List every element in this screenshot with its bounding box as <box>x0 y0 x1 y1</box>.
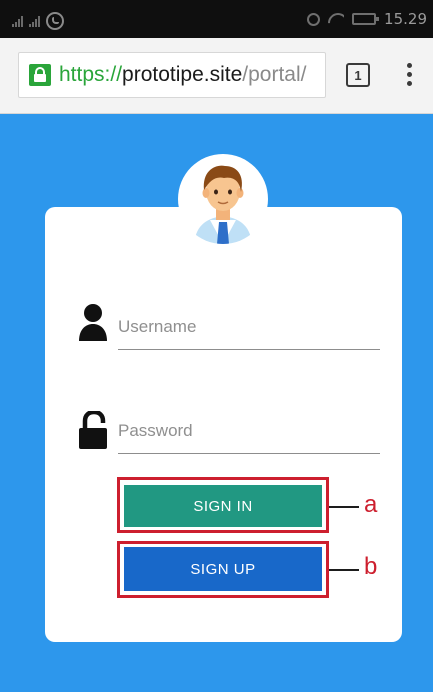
app-screen: 15.29 https://prototipe.site/portal/ 1 U… <box>0 0 433 692</box>
url-scheme: https:// <box>59 63 123 86</box>
signal-icon <box>12 15 23 27</box>
wifi-icon <box>328 13 344 25</box>
status-right: 15.29 <box>307 10 427 28</box>
overflow-menu-button[interactable] <box>402 63 416 89</box>
sign-up-button[interactable]: SIGN UP <box>124 547 322 591</box>
url-host: prototipe.site <box>122 63 243 86</box>
unlocked-padlock-icon <box>79 411 107 449</box>
alarm-icon <box>307 12 321 26</box>
sign-in-button[interactable]: SIGN IN <box>124 485 322 527</box>
callout-label-a: a <box>364 491 378 518</box>
clock: 15.29 <box>384 10 427 28</box>
url-path: /portal/ <box>242 63 307 86</box>
address-bar[interactable]: https://prototipe.site/portal/ <box>18 52 326 98</box>
password-input[interactable] <box>118 414 380 454</box>
callout-line-a <box>329 506 359 508</box>
tab-count: 1 <box>354 67 362 83</box>
lock-icon[interactable] <box>29 64 51 86</box>
user-avatar-icon <box>194 165 252 244</box>
menu-dot-icon <box>406 63 412 68</box>
menu-dot-icon <box>406 72 412 77</box>
tabs-button[interactable]: 1 <box>346 63 370 87</box>
status-left <box>12 12 64 30</box>
username-input[interactable] <box>118 310 380 350</box>
browser-toolbar: https://prototipe.site/portal/ 1 <box>0 38 433 114</box>
url-text[interactable]: https://prototipe.site/portal/ <box>59 63 306 87</box>
callout-line-b <box>329 569 359 571</box>
status-bar: 15.29 <box>0 0 433 38</box>
whatsapp-icon <box>46 12 64 30</box>
user-icon <box>79 304 107 341</box>
menu-dot-icon <box>406 81 412 86</box>
callout-label-b: b <box>364 553 378 580</box>
signal-icon <box>29 15 40 27</box>
battery-icon <box>352 13 380 25</box>
avatar <box>178 154 268 244</box>
